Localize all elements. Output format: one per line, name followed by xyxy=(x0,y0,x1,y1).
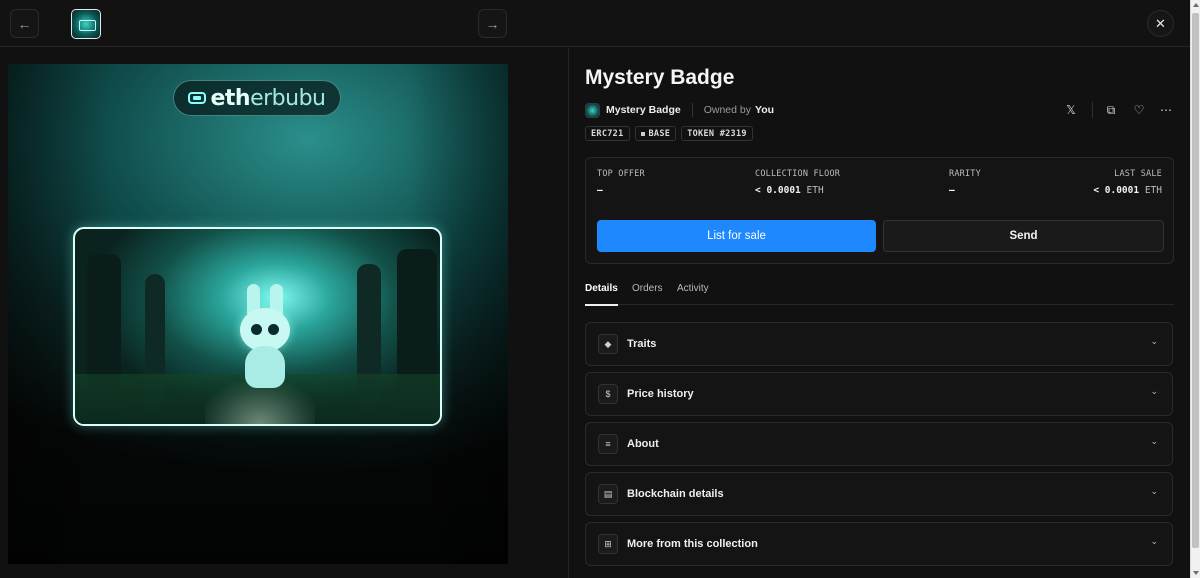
chevron-down-icon: ⌄ xyxy=(1150,486,1158,496)
blockchain-icon: ▤ xyxy=(598,484,618,504)
stats-card: TOP OFFER — COLLECTION FLOOR < 0.0001 ET… xyxy=(585,157,1174,264)
tab-activity[interactable]: Activity xyxy=(677,283,709,305)
favorite-button[interactable]: ♡ xyxy=(1129,100,1149,120)
owned-by-label: Owned by xyxy=(703,104,751,116)
dollar-icon: $ xyxy=(598,384,618,404)
blockchain-details-label: Blockchain details xyxy=(627,488,724,500)
arrow-right-icon: → xyxy=(485,15,500,32)
logo-text-light: erbubu xyxy=(250,85,326,111)
item-title: Mystery Badge xyxy=(585,66,735,89)
heart-icon: ♡ xyxy=(1133,103,1145,117)
chevron-down-icon: ⌄ xyxy=(1150,336,1158,346)
list-for-sale-button[interactable]: List for sale xyxy=(597,220,876,252)
etherbubu-logo: etherbubu xyxy=(173,80,341,116)
about-accordion[interactable]: ≡ About ⌄ xyxy=(585,422,1173,466)
panel-divider xyxy=(568,48,569,578)
scroll-down-icon[interactable] xyxy=(1193,571,1199,575)
top-offer-label: TOP OFFER xyxy=(597,169,645,179)
chevron-down-icon: ⌄ xyxy=(1150,536,1158,546)
collection-floor-unit: ETH xyxy=(806,185,824,196)
traits-label: Traits xyxy=(627,338,657,350)
meta-separator xyxy=(691,103,693,117)
more-from-collection-accordion[interactable]: ⊞ More from this collection ⌄ xyxy=(585,522,1173,566)
scroll-up-icon[interactable] xyxy=(1193,3,1199,7)
logo-text-bold: eth xyxy=(210,85,251,111)
chevron-down-icon: ⌄ xyxy=(1150,386,1158,396)
price-history-accordion[interactable]: $ Price history ⌄ xyxy=(585,372,1173,416)
close-icon: ✕ xyxy=(1155,15,1166,31)
token-standard-tag: ERC721 xyxy=(585,126,630,141)
forest-scene-frame xyxy=(73,227,442,426)
chain-tag: BASE xyxy=(634,126,677,141)
item-meta: Mystery Badge Owned by You xyxy=(585,101,774,119)
token-id-tag: TOKEN #2319 xyxy=(681,126,753,141)
blockchain-details-accordion[interactable]: ▤ Blockchain details ⌄ xyxy=(585,472,1173,516)
more-options-button[interactable]: ⋯ xyxy=(1156,100,1176,120)
owner-link[interactable]: You xyxy=(755,104,774,116)
detail-tabs: Details Orders Activity xyxy=(585,283,1174,306)
tab-orders[interactable]: Orders xyxy=(632,283,663,305)
arrow-left-icon: ← xyxy=(17,15,32,32)
more-from-collection-label: More from this collection xyxy=(627,538,758,550)
grid-icon: ⊞ xyxy=(598,534,618,554)
last-sale-stat: LAST SALE < 0.0001 ETH xyxy=(1093,169,1162,196)
copy-button[interactable]: ⧉ xyxy=(1101,100,1121,120)
logo-glyph-icon xyxy=(188,92,207,104)
collection-floor-stat: COLLECTION FLOOR < 0.0001 ETH xyxy=(755,169,840,196)
top-offer-stat: TOP OFFER — xyxy=(597,169,645,196)
share-x-button[interactable]: 𝕏 xyxy=(1061,100,1081,120)
nft-artwork: etherbubu xyxy=(8,64,508,564)
next-button[interactable]: → xyxy=(478,9,507,38)
collection-link[interactable]: Mystery Badge xyxy=(606,104,681,116)
artwork-thumbnail[interactable] xyxy=(71,9,101,39)
rarity-stat: RARITY — xyxy=(949,169,981,196)
rarity-value: — xyxy=(949,185,955,196)
chevron-down-icon: ⌄ xyxy=(1150,436,1158,446)
chain-icon xyxy=(640,131,645,136)
text-lines-icon: ≡ xyxy=(598,434,618,454)
item-tags: ERC721 BASE TOKEN #2319 xyxy=(585,126,753,141)
price-history-label: Price history xyxy=(627,388,694,400)
last-sale-value: < 0.0001 xyxy=(1093,185,1140,196)
traits-icon: ◆ xyxy=(598,334,618,354)
collection-avatar[interactable] xyxy=(585,102,600,118)
more-icon: ⋯ xyxy=(1160,103,1172,117)
actions-separator xyxy=(1092,102,1093,118)
collection-floor-label: COLLECTION FLOOR xyxy=(755,169,841,179)
bunny-character xyxy=(235,284,295,394)
last-sale-label: LAST SALE xyxy=(1114,169,1162,179)
close-button[interactable]: ✕ xyxy=(1147,10,1174,37)
copy-icon: ⧉ xyxy=(1106,102,1116,117)
collection-floor-value: < 0.0001 xyxy=(755,185,801,196)
previous-button[interactable]: ← xyxy=(10,9,39,38)
tab-details[interactable]: Details xyxy=(585,283,618,306)
top-bar: ← → ✕ xyxy=(0,0,1190,47)
traits-accordion[interactable]: ◆ Traits ⌄ xyxy=(585,322,1173,366)
about-label: About xyxy=(627,438,659,450)
scrollbar-thumb[interactable] xyxy=(1192,13,1199,548)
last-sale-unit: ETH xyxy=(1144,185,1162,196)
page-scrollbar[interactable] xyxy=(1190,0,1200,578)
send-button[interactable]: Send xyxy=(883,220,1164,252)
x-icon: 𝕏 xyxy=(1066,103,1076,117)
top-offer-value: — xyxy=(597,185,603,196)
rarity-label: RARITY xyxy=(949,169,981,179)
